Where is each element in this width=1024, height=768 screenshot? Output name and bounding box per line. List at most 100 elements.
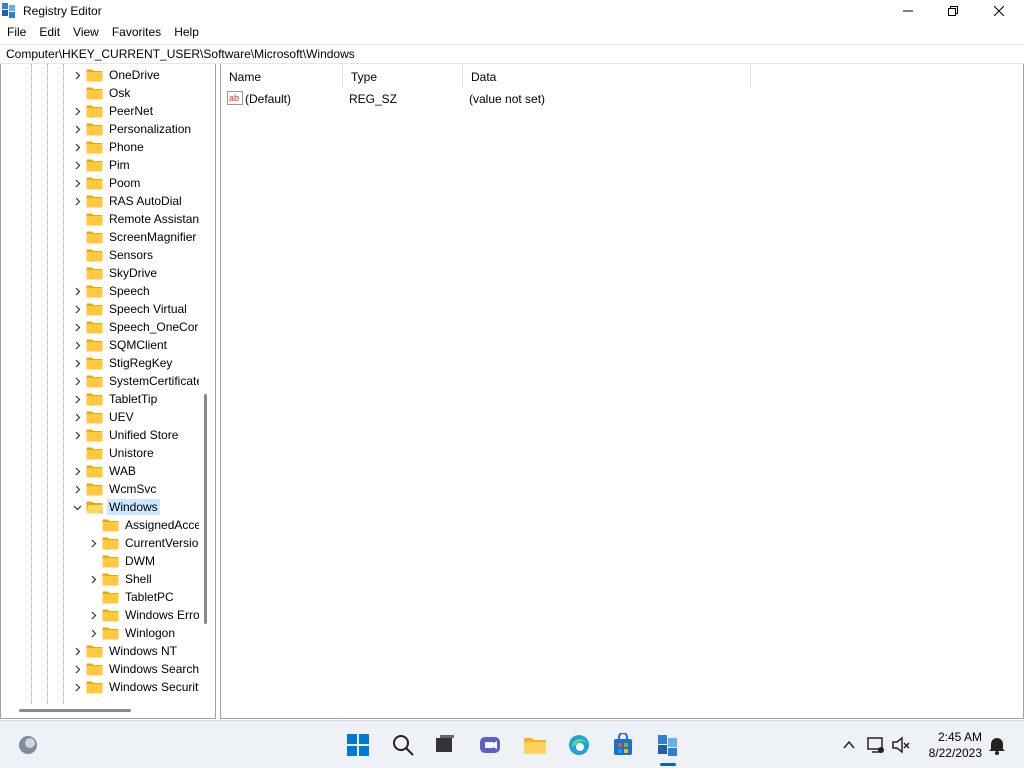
tree-item[interactable]: Osk [71, 84, 132, 102]
tree-item[interactable]: Windows Search [71, 660, 199, 678]
tree-item[interactable]: Personalization [71, 120, 193, 138]
chevron-right-icon[interactable] [71, 66, 83, 84]
chevron-right-icon[interactable] [71, 282, 83, 300]
tree-item[interactable]: AssignedAccess [87, 516, 199, 534]
chevron-right-icon[interactable] [71, 642, 83, 660]
chevron-right-icon[interactable] [71, 174, 83, 192]
tree-vertical-scrollbar[interactable] [204, 394, 207, 624]
network-icon[interactable] [864, 733, 888, 757]
tree-item[interactable]: Shell [87, 570, 154, 588]
chevron-right-icon[interactable] [71, 318, 83, 336]
chevron-right-icon[interactable] [71, 678, 83, 696]
weather-widget-icon[interactable] [16, 733, 40, 757]
tree-item[interactable]: WcmSvc [71, 480, 158, 498]
chevron-right-icon[interactable] [71, 192, 83, 210]
tree-item[interactable]: Windows [71, 498, 160, 516]
tree-item[interactable]: SQMClient [71, 336, 169, 354]
tree-item-label: TabletPC [125, 590, 174, 604]
tree-item[interactable]: Speech Virtual [71, 300, 189, 318]
minimize-button[interactable] [885, 0, 931, 22]
column-header-type[interactable]: Type [343, 64, 463, 88]
tree-item-label: Poom [109, 176, 141, 190]
volume-muted-icon[interactable] [889, 733, 913, 757]
tree-item[interactable]: ScreenMagnifier [71, 228, 198, 246]
tree-item[interactable]: TabletPC [87, 588, 176, 606]
tree-item-label: UEV [109, 410, 134, 424]
chevron-right-icon[interactable] [71, 138, 83, 156]
tree-item[interactable]: Pim [71, 156, 132, 174]
chevron-right-icon[interactable] [71, 354, 83, 372]
chevron-right-icon[interactable] [71, 660, 83, 678]
task-view-icon[interactable] [433, 733, 457, 757]
start-button-icon[interactable] [346, 733, 370, 757]
tree-item[interactable]: Windows Error Reporting [87, 606, 199, 624]
tree-item[interactable]: Unified Store [71, 426, 180, 444]
tree-item[interactable]: Winlogon [87, 624, 177, 642]
edge-browser-icon[interactable] [567, 733, 591, 757]
tree-item[interactable]: TabletTip [71, 390, 159, 408]
chevron-right-icon[interactable] [71, 336, 83, 354]
menu-favorites[interactable]: Favorites [105, 23, 167, 43]
column-header-data[interactable]: Data [463, 64, 751, 88]
tree-item[interactable]: OneDrive [71, 66, 162, 84]
restore-button[interactable] [930, 0, 976, 22]
tree-item[interactable]: DWM [87, 552, 157, 570]
tree-item[interactable]: Speech [71, 282, 152, 300]
clock[interactable]: 2:45 AM 8/22/2023 [920, 729, 982, 761]
chevron-right-icon[interactable] [71, 390, 83, 408]
registry-editor-taskbar-icon[interactable] [656, 733, 680, 757]
tree-item[interactable]: RAS AutoDial [71, 192, 184, 210]
tree-item[interactable]: WAB [71, 462, 138, 480]
folder-icon [86, 464, 103, 478]
tree-item[interactable]: UEV [71, 408, 136, 426]
tree-item[interactable]: Poom [71, 174, 142, 192]
chevron-right-icon[interactable] [71, 426, 83, 444]
address-bar[interactable]: Computer\HKEY_CURRENT_USER\Software\Micr… [0, 44, 1024, 64]
tree-horizontal-scrollbar[interactable] [19, 709, 131, 712]
menu-view[interactable]: View [66, 23, 105, 43]
tree-item[interactable]: Sensors [71, 246, 155, 264]
chevron-right-icon[interactable] [71, 462, 83, 480]
chevron-right-icon[interactable] [87, 624, 99, 642]
chevron-right-icon[interactable] [71, 408, 83, 426]
tree-item[interactable]: PeerNet [71, 102, 155, 120]
registry-key-tree[interactable]: OneDrive Osk PeerNet Personalization Phone Pi… [0, 64, 216, 719]
file-explorer-icon[interactable] [523, 733, 547, 757]
menu-file[interactable]: File [0, 23, 32, 43]
microsoft-store-icon[interactable] [611, 733, 635, 757]
tree-item-label: RAS AutoDial [109, 194, 182, 208]
chevron-right-icon[interactable] [87, 570, 99, 588]
tree-item[interactable]: Phone [71, 138, 146, 156]
value-row[interactable]: ab (Default) REG_SZ (value not set) [221, 90, 1001, 108]
menu-help[interactable]: Help [167, 23, 205, 43]
chevron-right-icon[interactable] [71, 372, 83, 390]
chevron-up-icon[interactable] [837, 733, 861, 757]
tree-item[interactable]: Windows NT [71, 642, 179, 660]
search-icon[interactable] [391, 733, 415, 757]
teams-chat-icon[interactable] [478, 733, 502, 757]
tree-item-label: Windows Security [109, 680, 199, 694]
tree-item[interactable]: SkyDrive [71, 264, 159, 282]
close-button[interactable] [976, 0, 1022, 22]
tree-item[interactable]: Windows Security [71, 678, 199, 696]
tree-item[interactable]: StigRegKey [71, 354, 174, 372]
chevron-right-icon[interactable] [87, 534, 99, 552]
notification-icon[interactable] [985, 733, 1009, 757]
tree-item[interactable]: CurrentVersion [87, 534, 199, 552]
tree-item[interactable]: Unistore [71, 444, 156, 462]
chevron-right-icon[interactable] [71, 300, 83, 318]
tree-item[interactable]: Remote Assistance [71, 210, 199, 228]
folder-icon [86, 212, 103, 226]
values-list[interactable]: Name Type Data ab (Default) REG_SZ (valu… [220, 64, 1024, 719]
chevron-right-icon[interactable] [71, 156, 83, 174]
tree-item[interactable]: Speech_OneCore [71, 318, 199, 336]
chevron-right-icon[interactable] [71, 120, 83, 138]
chevron-right-icon[interactable] [87, 606, 99, 624]
chevron-right-icon[interactable] [71, 480, 83, 498]
column-header-name[interactable]: Name [221, 64, 343, 88]
chevron-right-icon[interactable] [71, 102, 83, 120]
tree-item[interactable]: SystemCertificates [71, 372, 199, 390]
menu-edit[interactable]: Edit [32, 23, 66, 43]
chevron-down-icon[interactable] [71, 498, 83, 516]
